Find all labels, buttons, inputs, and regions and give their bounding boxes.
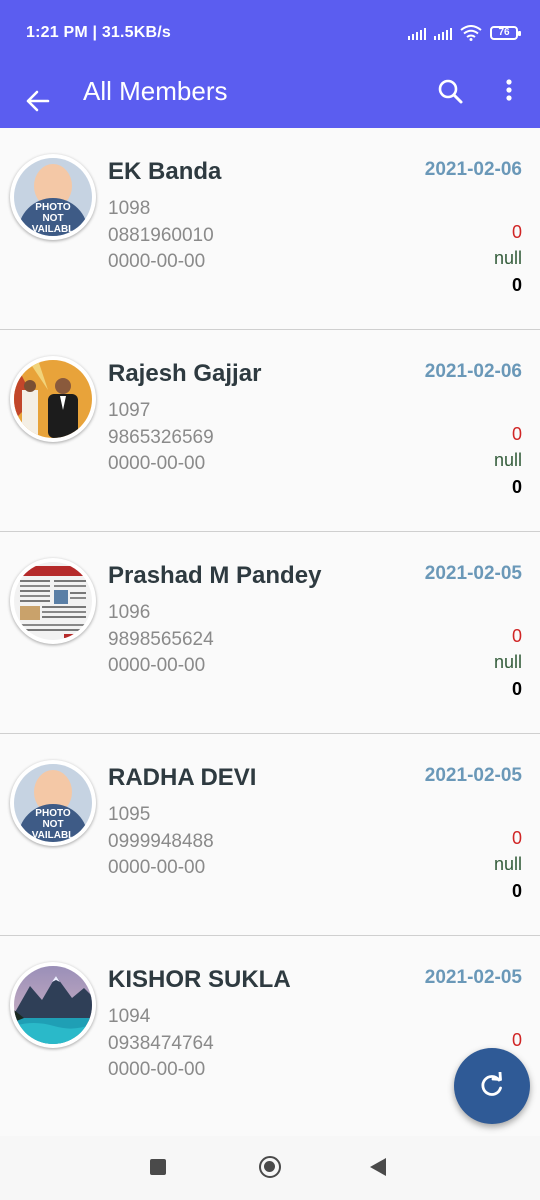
member-id: 1095 <box>108 804 151 825</box>
member-id: 1097 <box>108 400 151 421</box>
avatar: PHOTO NOT VAILABL <box>10 154 96 240</box>
battery-icon: 76 <box>490 26 521 40</box>
member-date: 2021-02-06 <box>424 159 522 180</box>
member-secondary-date: 0000-00-00 <box>108 1059 206 1080</box>
member-value-null: null <box>493 248 522 268</box>
member-value-bold: 0 <box>511 477 522 497</box>
member-phone: 9898565624 <box>108 629 214 650</box>
avatar <box>10 356 96 442</box>
member-value-bold: 0 <box>511 679 522 699</box>
signal-icon <box>408 26 426 40</box>
top-bar: 1:21 PM | 31.5KB/s 76 All Members <box>0 0 540 128</box>
member-value-null: null <box>493 450 522 470</box>
member-value-red: 0 <box>511 828 522 848</box>
member-date: 2021-02-05 <box>424 765 522 786</box>
status-icons: 76 <box>408 22 521 44</box>
refresh-icon <box>481 1072 502 1096</box>
triangle-back-icon[interactable] <box>370 1158 386 1176</box>
member-photo-image <box>14 360 92 438</box>
member-row[interactable]: KISHOR SUKLA 1094 0938474764 0000-00-00 … <box>0 936 540 1138</box>
search-button[interactable] <box>430 72 474 116</box>
member-secondary-date: 0000-00-00 <box>108 251 206 272</box>
member-id: 1096 <box>108 602 151 623</box>
signal-icon-2 <box>434 26 452 40</box>
member-name: KISHOR SUKLA <box>108 966 291 993</box>
status-time: 1:21 PM | 31.5KB/s <box>26 24 172 41</box>
member-date: 2021-02-05 <box>424 967 522 988</box>
status-bar: 1:21 PM | 31.5KB/s 76 <box>0 0 540 64</box>
wifi-icon <box>460 25 482 41</box>
member-value-red: 0 <box>511 1030 522 1050</box>
member-value-red: 0 <box>511 222 522 242</box>
page-title: All Members <box>83 76 228 106</box>
member-phone: 0999948488 <box>108 831 214 852</box>
member-name: RADHA DEVI <box>108 764 257 791</box>
member-value-null: null <box>493 652 522 672</box>
member-phone: 0938474764 <box>108 1033 214 1054</box>
avatar <box>10 962 96 1048</box>
member-secondary-date: 0000-00-00 <box>108 857 206 878</box>
member-value-null: null <box>493 854 522 874</box>
member-secondary-date: 0000-00-00 <box>108 453 206 474</box>
member-row[interactable]: PHOTO NOT VAILABL EK Banda 1098 0881960010… <box>0 128 540 330</box>
member-row[interactable]: Prashad M Pandey 1096 9898565624 0000-00… <box>0 532 540 734</box>
app-bar: All Members <box>0 64 540 128</box>
arrow-left-icon <box>26 90 50 112</box>
member-value-bold: 0 <box>511 881 522 901</box>
avatar <box>10 558 96 644</box>
member-phone: 9865326569 <box>108 427 214 448</box>
member-photo-image <box>14 562 92 640</box>
member-photo-image <box>14 966 92 1044</box>
member-date: 2021-02-06 <box>424 361 522 382</box>
photo-placeholder-image: PHOTO NOT VAILABL <box>14 158 92 236</box>
search-icon <box>438 79 463 104</box>
member-value-red: 0 <box>511 424 522 444</box>
member-name: EK Banda <box>108 158 222 185</box>
member-name: Rajesh Gajjar <box>108 360 262 387</box>
more-vert-icon <box>506 79 512 101</box>
member-value-red: 0 <box>511 626 522 646</box>
member-row[interactable]: Rajesh Gajjar 1097 9865326569 0000-00-00… <box>0 330 540 532</box>
member-list: PHOTO NOT VAILABL EK Banda 1098 0881960010… <box>0 128 540 1138</box>
avatar: PHOTO NOT VAILABL <box>10 760 96 846</box>
circle-icon[interactable] <box>259 1156 281 1178</box>
member-date: 2021-02-05 <box>424 563 522 584</box>
system-nav-bar <box>0 1136 540 1200</box>
square-icon[interactable] <box>150 1159 166 1175</box>
member-value-bold: 0 <box>511 275 522 295</box>
refresh-fab[interactable] <box>454 1048 530 1124</box>
member-row[interactable]: PHOTO NOT VAILABL RADHA DEVI 1095 09999484… <box>0 734 540 936</box>
member-id: 1098 <box>108 198 151 219</box>
member-secondary-date: 0000-00-00 <box>108 655 206 676</box>
photo-placeholder-image: PHOTO NOT VAILABL <box>14 764 92 842</box>
member-name: Prashad M Pandey <box>108 562 322 589</box>
member-phone: 0881960010 <box>108 225 214 246</box>
member-id: 1094 <box>108 1006 151 1027</box>
more-options-button[interactable] <box>490 72 528 116</box>
back-button[interactable] <box>20 74 60 118</box>
